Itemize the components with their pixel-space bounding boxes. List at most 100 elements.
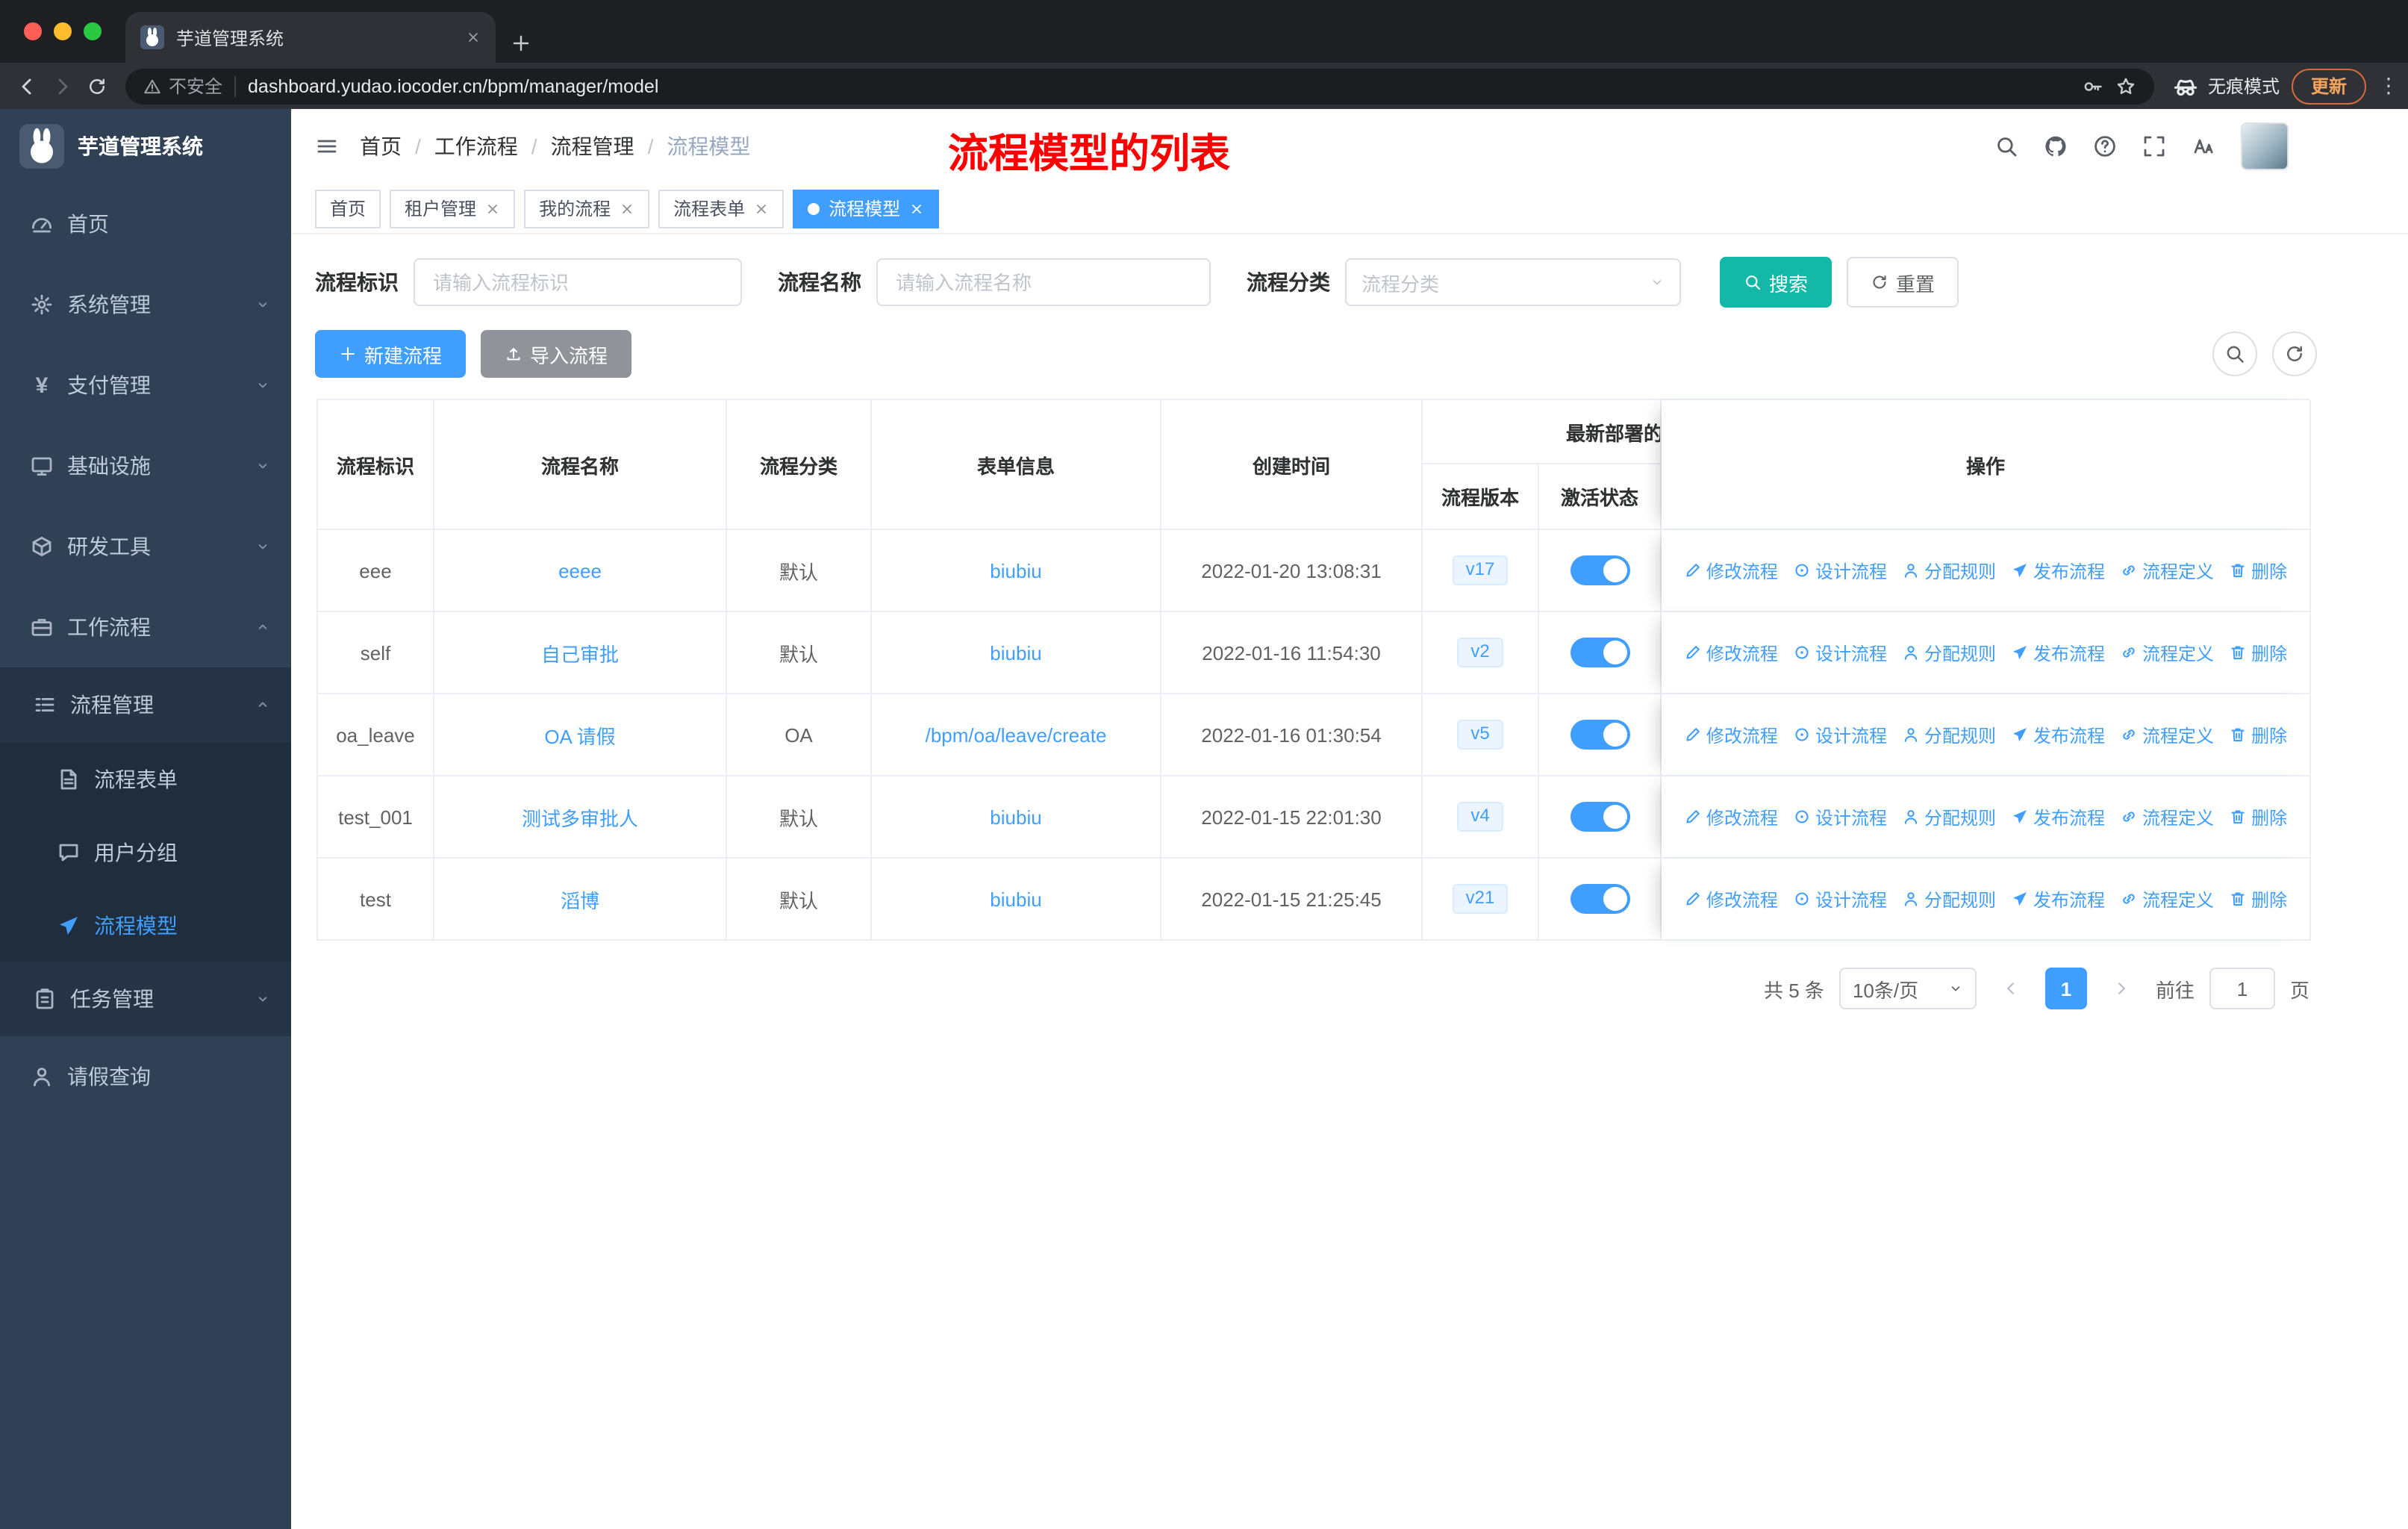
action-publish-link[interactable]: 发布流程 [2011,804,2105,829]
breadcrumb-process-mgmt[interactable]: 流程管理 [551,131,634,161]
new-tab-button[interactable] [511,33,531,54]
action-assign-link[interactable]: 分配规则 [1902,640,1996,665]
reset-button[interactable]: 重置 [1847,257,1959,308]
sidebar-item-process-form[interactable]: 流程表单 [0,742,291,815]
action-definition-link[interactable]: 流程定义 [2120,640,2214,665]
toggle-search-button[interactable] [2212,331,2257,376]
action-assign-link[interactable]: 分配规则 [1902,722,1996,747]
action-modify-link[interactable]: 修改流程 [1684,640,1778,665]
next-page-button[interactable] [2102,969,2141,1008]
refresh-table-button[interactable] [2272,331,2317,376]
reload-button[interactable] [87,75,107,96]
search-button[interactable]: 搜索 [1720,257,1832,308]
action-modify-link[interactable]: 修改流程 [1684,804,1778,829]
process-name-link[interactable]: 自己审批 [541,638,619,667]
fullscreen-icon[interactable] [2142,134,2166,158]
create-process-button[interactable]: 新建流程 [315,330,467,378]
action-delete-link[interactable]: 删除 [2229,804,2287,829]
page-size-select[interactable]: 10条/页 [1838,968,1977,1009]
action-publish-link[interactable]: 发布流程 [2011,886,2105,912]
font-size-icon[interactable] [2192,134,2215,158]
current-page-button[interactable]: 1 [2044,968,2087,1009]
tag-home[interactable]: 首页 [315,189,381,228]
action-design-link[interactable]: 设计流程 [1793,722,1887,747]
action-delete-link[interactable]: 删除 [2229,886,2287,912]
action-assign-link[interactable]: 分配规则 [1902,886,1996,912]
active-toggle[interactable] [1570,720,1629,750]
browser-update-button[interactable]: 更新 [2291,68,2366,104]
sidebar-item-infra[interactable]: 基础设施 [0,426,291,506]
category-select[interactable]: 流程分类 [1345,258,1681,306]
action-definition-link[interactable]: 流程定义 [2120,886,2214,912]
avatar[interactable] [2241,122,2289,170]
action-design-link[interactable]: 设计流程 [1793,804,1887,829]
process-name-link[interactable]: 滔博 [561,885,599,913]
action-modify-link[interactable]: 修改流程 [1684,558,1778,583]
close-icon[interactable] [909,201,924,216]
sidebar-item-process-mgmt[interactable]: 流程管理 [0,667,291,742]
active-toggle[interactable] [1570,555,1629,585]
breadcrumb-workflow[interactable]: 工作流程 [434,131,518,161]
security-chip[interactable]: 不安全 [143,73,222,99]
active-toggle[interactable] [1570,802,1629,832]
action-definition-link[interactable]: 流程定义 [2120,722,2214,747]
action-publish-link[interactable]: 发布流程 [2011,558,2105,583]
close-icon[interactable] [754,201,769,216]
process-key-input[interactable] [414,258,742,306]
action-modify-link[interactable]: 修改流程 [1684,886,1778,912]
action-delete-link[interactable]: 删除 [2229,722,2287,747]
github-icon[interactable] [2044,134,2068,158]
tag-tenant[interactable]: 租户管理 [390,189,516,228]
close-icon[interactable] [620,201,634,216]
sidebar-item-home[interactable]: 首页 [0,184,291,264]
action-delete-link[interactable]: 删除 [2229,640,2287,665]
browser-tab[interactable]: 芋道管理系统 [125,12,496,63]
action-definition-link[interactable]: 流程定义 [2120,558,2214,583]
close-icon[interactable] [485,201,500,216]
close-tab-icon[interactable] [466,30,481,45]
tag-process-form[interactable]: 流程表单 [658,189,785,228]
bookmark-star-icon[interactable] [2115,75,2136,96]
sidebar-item-devtools[interactable]: 研发工具 [0,506,291,587]
action-modify-link[interactable]: 修改流程 [1684,722,1778,747]
prev-page-button[interactable] [1991,969,2030,1008]
form-link[interactable]: biubiu [990,559,1041,582]
action-design-link[interactable]: 设计流程 [1793,640,1887,665]
password-key-icon[interactable] [2083,75,2103,96]
breadcrumb-home[interactable]: 首页 [360,131,402,161]
form-link[interactable]: biubiu [990,641,1041,664]
sidebar-item-task-mgmt[interactable]: 任务管理 [0,962,291,1036]
action-assign-link[interactable]: 分配规则 [1902,558,1996,583]
forward-button[interactable] [51,74,75,98]
active-toggle[interactable] [1570,638,1629,667]
action-assign-link[interactable]: 分配规则 [1902,804,1996,829]
form-link[interactable]: biubiu [990,888,1041,910]
action-delete-link[interactable]: 删除 [2229,558,2287,583]
active-toggle[interactable] [1570,884,1629,914]
action-publish-link[interactable]: 发布流程 [2011,722,2105,747]
import-process-button[interactable]: 导入流程 [481,330,632,378]
sidebar-item-payment[interactable]: ¥ 支付管理 [0,345,291,426]
tag-process-model[interactable]: 流程模型 [793,189,940,228]
process-name-link[interactable]: eeee [558,559,602,582]
form-link[interactable]: biubiu [990,806,1041,828]
action-design-link[interactable]: 设计流程 [1793,558,1887,583]
help-icon[interactable] [2093,134,2117,158]
process-name-link[interactable]: 测试多审批人 [522,803,638,831]
browser-menu-button[interactable]: ⋮ [2378,73,2399,99]
sidebar-item-system[interactable]: 系统管理 [0,264,291,345]
action-publish-link[interactable]: 发布流程 [2011,640,2105,665]
goto-page-input[interactable] [2209,968,2275,1009]
sidebar-item-leave-query[interactable]: 请假查询 [0,1036,291,1117]
address-bar[interactable]: 不安全 dashboard.yudao.iocoder.cn/bpm/manag… [125,68,2154,104]
search-icon[interactable] [1994,134,2018,158]
url-text[interactable]: dashboard.yudao.iocoder.cn/bpm/manager/m… [248,75,2071,96]
sidebar-item-workflow[interactable]: 工作流程 [0,587,291,667]
sidebar-item-user-group[interactable]: 用户分组 [0,815,291,888]
close-window-button[interactable] [24,22,42,40]
tag-my-process[interactable]: 我的流程 [524,189,650,228]
action-design-link[interactable]: 设计流程 [1793,886,1887,912]
process-name-input[interactable] [876,258,1211,306]
back-button[interactable] [15,74,39,98]
hamburger-icon[interactable] [315,134,339,158]
